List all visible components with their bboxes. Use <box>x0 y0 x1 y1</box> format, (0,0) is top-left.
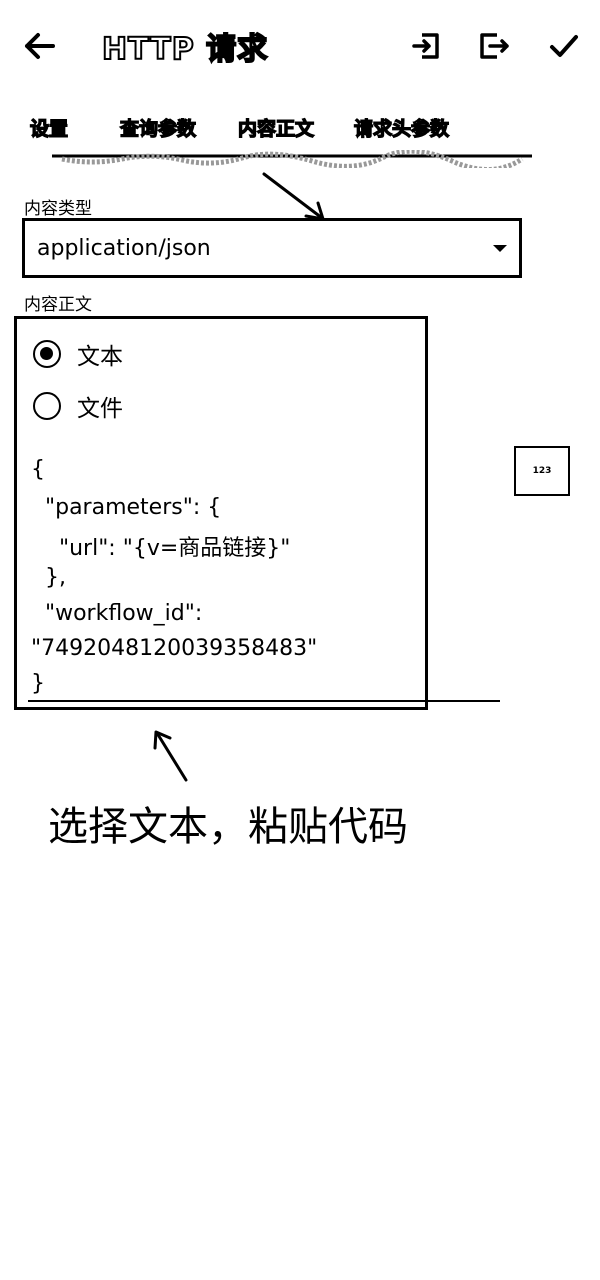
save-button[interactable] <box>542 26 586 66</box>
tab-settings[interactable]: 设置 <box>29 114 68 141</box>
content-type-label: 内容类型 <box>24 199 92 219</box>
app-bar: HTTP 请求 <box>0 0 600 92</box>
annotation-text: 选择文本，粘贴代码 <box>48 804 408 850</box>
radio-label-file: 文件 <box>77 396 123 422</box>
code-line[interactable]: "url": "{v=商品链接}" <box>31 530 290 562</box>
back-button[interactable] <box>18 26 62 66</box>
content-type-select[interactable]: application/json <box>22 218 522 278</box>
body-panel: 文本 文件 { "parameters": { "url": "{v=商品链接}… <box>14 316 428 710</box>
radio-checked-icon[interactable] <box>33 340 61 368</box>
tab-headers[interactable]: 请求头参数 <box>353 114 449 141</box>
code-line[interactable]: { <box>31 457 45 482</box>
radio-option-text[interactable]: 文本 <box>33 337 123 371</box>
export-icon <box>480 33 509 59</box>
code-line[interactable]: }, <box>31 565 66 590</box>
import-icon <box>412 33 439 59</box>
content-type-value: application/json <box>37 236 211 261</box>
text-field-underline <box>28 700 500 702</box>
page-title: HTTP 请求 <box>101 31 269 68</box>
tab-body[interactable]: 内容正文 <box>237 114 314 141</box>
radio-unchecked-icon[interactable] <box>33 392 61 420</box>
code-line[interactable]: } <box>31 671 45 696</box>
arrow-left-icon <box>25 33 55 59</box>
radio-option-file[interactable]: 文件 <box>33 389 123 423</box>
import-button[interactable] <box>404 26 448 66</box>
radio-label-text: 文本 <box>77 344 123 370</box>
tab-indicator <box>52 150 532 168</box>
body-label: 内容正文 <box>24 295 92 315</box>
tab-bar: 设置 查询参数 内容正文 请求头参数 <box>0 108 600 148</box>
code-line[interactable]: "parameters": { <box>31 495 221 520</box>
chevron-down-icon <box>493 245 507 252</box>
code-line[interactable]: "7492048120039358483" <box>31 636 317 661</box>
tab-query-params[interactable]: 查询参数 <box>119 114 196 141</box>
checkmark-icon <box>550 35 578 57</box>
http-request-screen: HTTP 请求 设置 查询参数 内容正文 请求头参数 内容类型 applicat… <box>0 0 600 1280</box>
export-button[interactable] <box>472 26 516 66</box>
keyboard-icon[interactable]: 123 <box>514 446 570 496</box>
annotation-arrow-bottom <box>153 730 188 782</box>
code-line[interactable]: "workflow_id": <box>31 601 202 626</box>
